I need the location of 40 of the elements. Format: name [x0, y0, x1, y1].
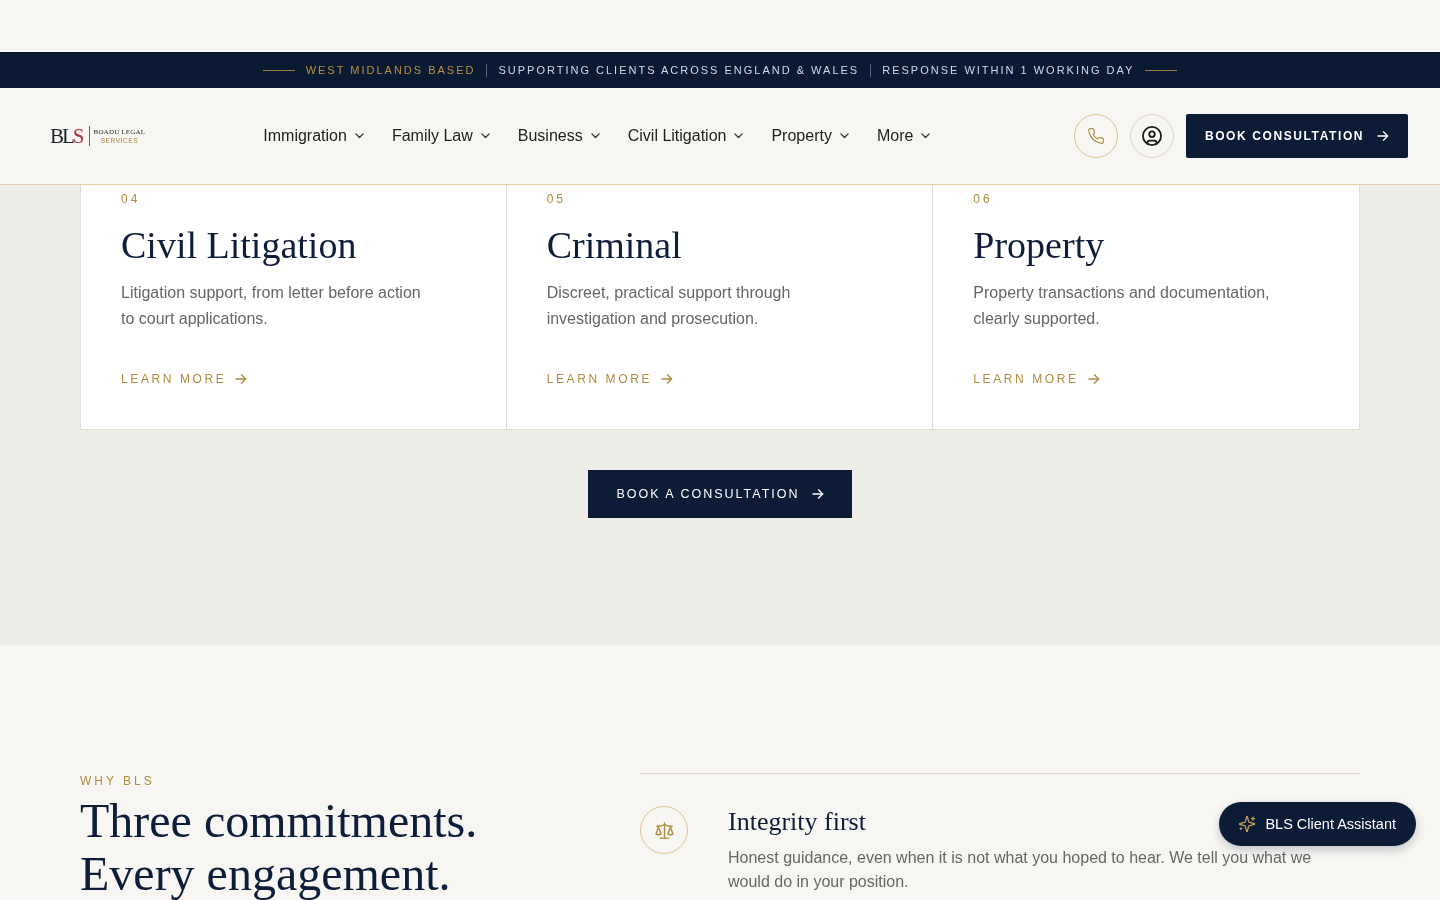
section-eyebrow: WHY BLS	[80, 774, 155, 788]
arrow-right-icon	[235, 374, 248, 384]
announcement-text: RESPONSE WITHIN 1 WORKING DAY	[882, 63, 1135, 77]
chevron-down-icon	[839, 133, 849, 139]
card-title: Property	[973, 224, 1105, 266]
nav-link[interactable]: Family Law	[391, 126, 490, 146]
book-consultation-button[interactable]: BOOK CONSULTATION	[1186, 114, 1408, 158]
card-description: Property transactions and documentation, clearly supported.	[973, 283, 1271, 329]
chevron-down-icon	[590, 133, 600, 139]
nav-link[interactable]: Property	[771, 126, 849, 146]
card-title: Civil Litigation	[121, 224, 357, 266]
arrow-right-icon	[1087, 374, 1100, 384]
arrow-right-icon	[1377, 131, 1390, 141]
chevron-down-icon	[480, 133, 490, 139]
chevron-down-icon	[734, 133, 744, 139]
announcement-text: SUPPORTING CLIENTS ACROSS ENGLAND & WALES	[498, 63, 860, 77]
phone-icon	[1088, 128, 1104, 144]
user-icon	[1142, 126, 1162, 146]
sparkle-icon	[1239, 816, 1256, 832]
card-title: Criminal	[546, 224, 682, 266]
logo-monogram: BLS	[50, 125, 84, 147]
nav-link[interactable]: More	[876, 126, 931, 146]
nav-link[interactable]: Business	[517, 126, 600, 146]
chevron-down-icon	[921, 133, 931, 139]
arrow-right-icon	[811, 489, 824, 499]
arrow-right-icon	[661, 374, 673, 384]
card-description: Discreet, practical support through investigation and prosecution.	[546, 283, 792, 329]
announcement-text: WEST MIDLANDS BASED	[305, 63, 476, 77]
commitment-description: Honest guidance, even when it is not what you hoped to hear. We tell you what we would do in your position.	[728, 848, 1313, 892]
assistant-button[interactable]: BLS Client Assistant	[1219, 802, 1416, 846]
card-number: 05	[546, 192, 566, 206]
section-heading: Three commitments. Every engagement.	[80, 794, 479, 900]
nav-link[interactable]: Civil Litigation	[627, 126, 744, 146]
book-consultation-button[interactable]: BOOK A CONSULTATION	[588, 470, 852, 518]
nav-link[interactable]: Immigration	[263, 126, 364, 146]
commitment-title: Integrity first	[728, 806, 866, 838]
card-number: 04	[121, 192, 141, 206]
card-number: 06	[973, 192, 993, 206]
card-description: Litigation support, from letter before action to court applications.	[121, 283, 422, 329]
chevron-down-icon	[354, 133, 364, 139]
